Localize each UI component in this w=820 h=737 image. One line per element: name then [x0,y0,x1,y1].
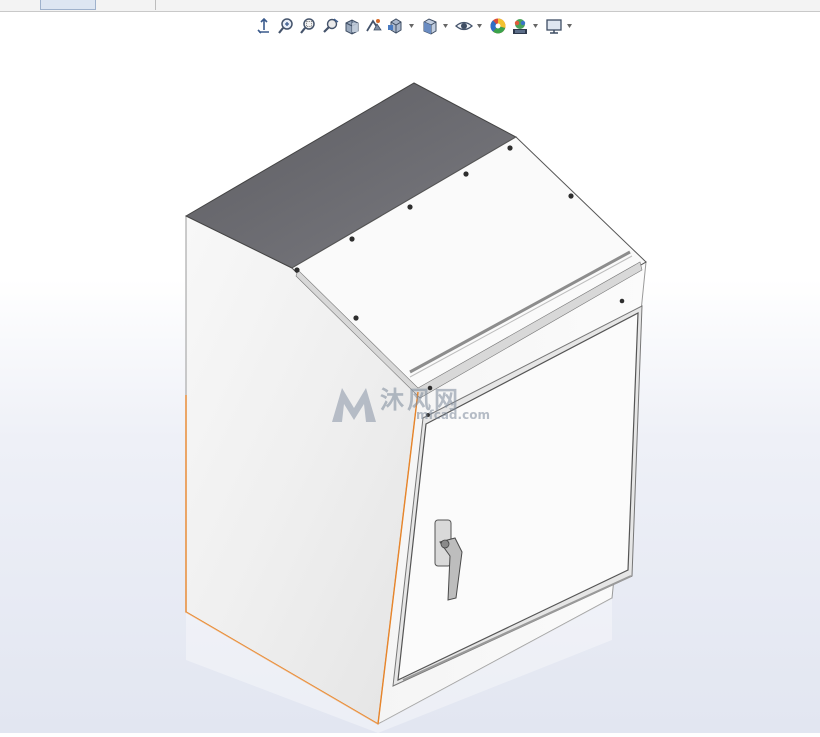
chevron-down-icon[interactable] [442,16,449,36]
view-settings-icon[interactable] [544,16,564,36]
dynamic-annotation-icon[interactable] [364,16,384,36]
hide-show-items-icon[interactable] [454,16,474,36]
edit-appearance-icon[interactable] [488,16,508,36]
zoom-to-fit-icon[interactable] [276,16,296,36]
chevron-down-icon[interactable] [532,16,539,36]
chevron-down-icon[interactable] [408,16,415,36]
heads-up-view-toolbar [254,15,576,37]
zoom-to-area-icon[interactable] [298,16,318,36]
graphics-area[interactable]: 沐风网 mfcad.com [0,38,820,733]
previous-view-icon[interactable] [320,16,340,36]
apply-scene-icon[interactable] [510,16,530,36]
watermark-logo-icon [332,388,376,422]
display-style-icon[interactable] [420,16,440,36]
watermark: 沐风网 mfcad.com [328,382,498,426]
chevron-down-icon[interactable] [566,16,573,36]
view-orientation-cube-icon[interactable] [386,16,406,36]
document-tab[interactable] [40,0,96,10]
view-orientation-icon[interactable] [254,16,274,36]
tab-separator [155,0,156,10]
watermark-url: mfcad.com [416,408,490,422]
section-view-icon[interactable] [342,16,362,36]
chevron-down-icon[interactable] [476,16,483,36]
title-strip [0,0,820,12]
